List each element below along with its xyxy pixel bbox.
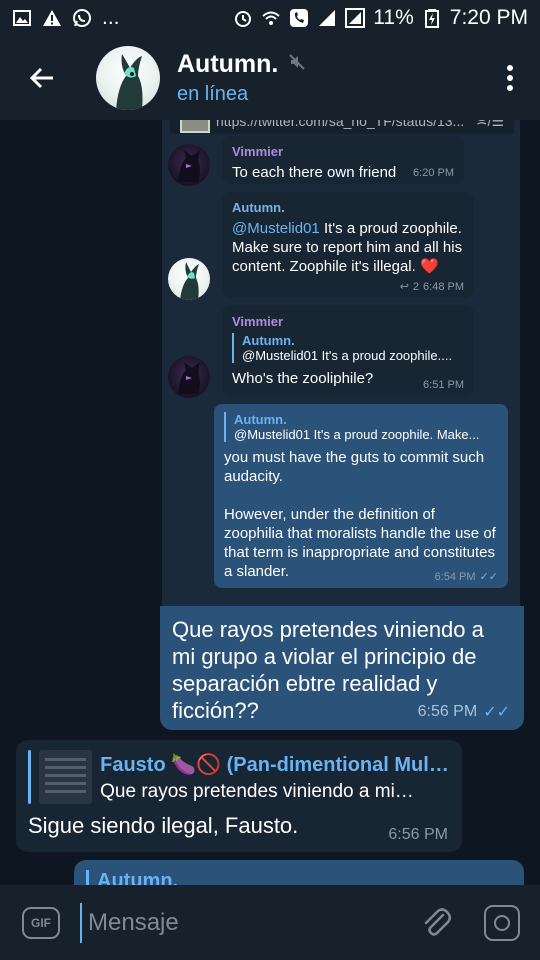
message-time: 6:48 PM (423, 280, 464, 293)
sender-name: Vimmier (232, 314, 284, 329)
message-input[interactable]: Mensaje (80, 902, 414, 943)
message-bubble[interactable]: Autumn. @Mustelid01 It's a proud zoophil… (222, 192, 474, 298)
chat-title[interactable]: Autumn. (177, 50, 278, 79)
quoted-sender: Autumn. (234, 412, 287, 427)
read-check-icon: ✓✓ (483, 704, 510, 721)
quoted-text: @Mustelid01 It's a proud zoophile.... (242, 348, 453, 363)
more-notifications: ... (102, 6, 120, 29)
reply-preview[interactable]: Fausto 🍆🚫 (Pan-dimentional Mult… Que ray… (28, 750, 450, 804)
message-text: Sigue siendo ilegal, Fausto. (28, 813, 299, 838)
message-bubble[interactable]: Fausto 🍆🚫 (Pan-dimentional Mult… Que ray… (16, 740, 462, 852)
online-status: en línea (177, 83, 249, 105)
clock: 7:20 PM (449, 6, 528, 29)
link-thumbnail (180, 120, 210, 133)
sender-name: Vimmier (232, 144, 284, 159)
message-meta: 6:56 PM ✓✓ (418, 702, 510, 722)
reply-text: Que rayos pretendes viniendo a mi… (100, 780, 414, 802)
reply-count: 2 (412, 280, 420, 293)
message-bubble[interactable]: Vimmier To each there own friend 6:20 PM (222, 136, 464, 184)
kebab-icon (507, 65, 513, 91)
whatsapp-icon (72, 8, 92, 28)
quoted-message[interactable]: Autumn. @Mustelid01 It's a proud zoophil… (224, 412, 498, 442)
avatar (168, 258, 210, 300)
message-text: you must have the guts to commit such au… (224, 449, 485, 485)
link-tools: ≍/☰ (475, 120, 504, 129)
warning-icon (42, 8, 62, 28)
quoted-sender: Autumn. (242, 333, 295, 348)
message-time: 6:56 PM (417, 703, 478, 720)
quoted-message[interactable]: Autumn. @Mustelid01 It's a proud zoophil… (232, 333, 464, 363)
message-time: 6:20 PM (413, 167, 454, 179)
paperclip-icon (424, 907, 451, 936)
avatar (168, 356, 210, 398)
sender-name: Autumn. (232, 200, 285, 215)
cell-signal-icon (317, 8, 337, 28)
gallery-notification-icon (12, 8, 32, 28)
wifi-call-icon (261, 8, 281, 28)
phone-call-icon (289, 8, 309, 28)
chat-header: Autumn. en línea (0, 36, 540, 120)
message-bubble[interactable]: Vimmier Autumn. @Mustelid01 It's a proud… (222, 306, 474, 396)
reply-sender: Autumn. (86, 870, 512, 885)
link-preview-row: https://twitter.com/sa_no_TF/status/13..… (170, 120, 514, 134)
message-time: 6:54 PM (434, 570, 476, 583)
message-meta: ↩ 2 6:48 PM (399, 280, 464, 294)
battery-icon (422, 8, 442, 28)
mention-link[interactable]: @Mustelid01 (232, 220, 320, 237)
message-time: 6:51 PM (423, 379, 464, 391)
message-bubble[interactable]: Que rayos pretendes viniendo a mi grupo … (160, 606, 524, 730)
more-menu-button[interactable] (480, 36, 540, 120)
camera-icon (494, 914, 510, 931)
battery-percent: 11% (373, 6, 414, 29)
status-bar: ... 11% 7:20 PM (0, 0, 540, 36)
message-time: 6:56 PM (388, 826, 448, 843)
reply-sender: Fausto 🍆🚫 (Pan-dimentional Mult… (100, 753, 450, 776)
reply-thumbnail (38, 750, 93, 804)
composer: GIF Mensaje (0, 885, 540, 960)
message-bubble[interactable]: Autumn. @Mustelid01 It's a proud zoophil… (214, 404, 508, 588)
muted-icon (288, 53, 306, 76)
message-meta: 6:54 PM ✓✓ (434, 570, 498, 584)
read-check-icon: ✓✓ (479, 571, 498, 583)
camera-button[interactable] (484, 904, 520, 941)
attach-button[interactable] (414, 906, 458, 940)
message-bubble[interactable]: Autumn. (74, 860, 524, 885)
link-url: https://twitter.com/sa_no_TF/status/13..… (216, 120, 465, 129)
back-button[interactable] (0, 36, 84, 120)
arrow-left-icon (29, 67, 53, 89)
reply-bar (28, 750, 31, 804)
alarm-icon (233, 8, 253, 28)
quoted-text: @Mustelid01 It's a proud zoophile. Make.… (234, 427, 480, 442)
signal-box-icon (345, 8, 366, 28)
reply-arrow-icon: ↩ (399, 281, 409, 293)
avatar[interactable] (96, 46, 160, 110)
message-list[interactable]: https://twitter.com/sa_no_TF/status/13..… (0, 120, 540, 885)
avatar (168, 144, 210, 186)
gif-button[interactable]: GIF (22, 906, 60, 939)
